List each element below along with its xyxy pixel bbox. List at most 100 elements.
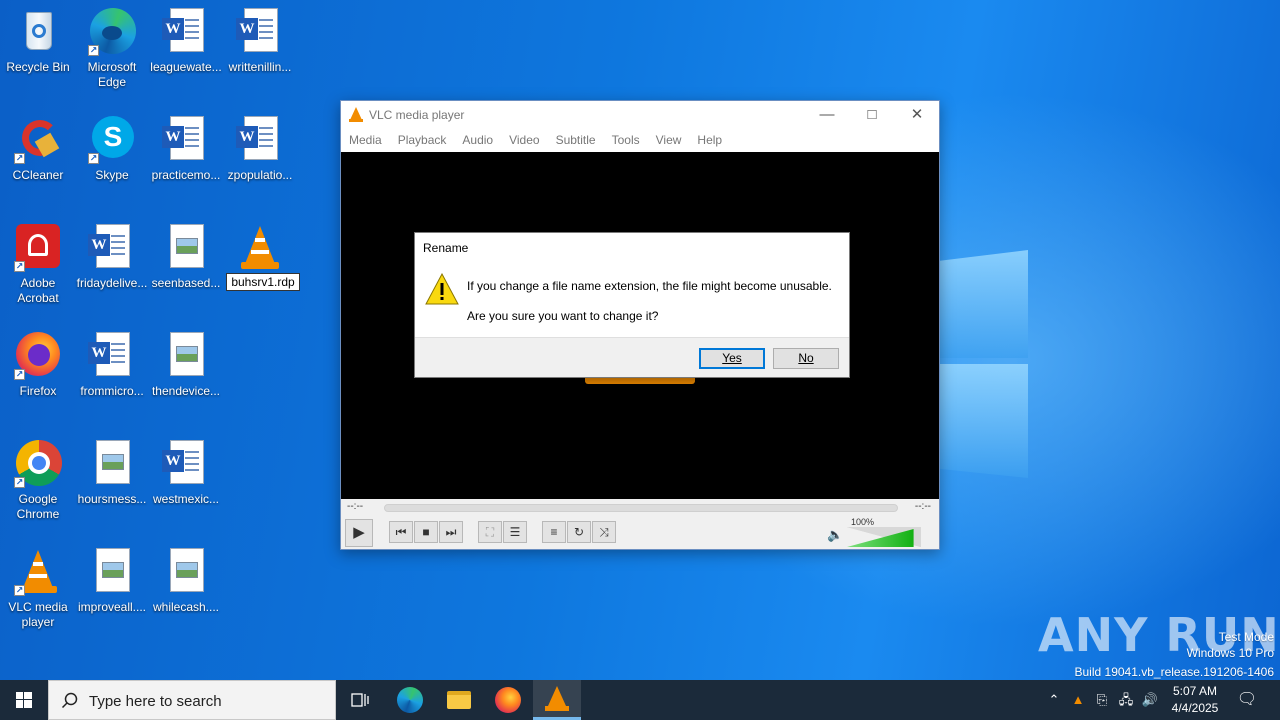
minimize-button[interactable]: — (804, 101, 850, 129)
desktop-icon-word-doc[interactable]: W practicemo... (148, 116, 224, 183)
adobe-acrobat-icon: ↗ (14, 224, 62, 272)
shortcut-arrow-icon: ↗ (14, 261, 25, 272)
tray-volume-icon[interactable]: 🔊 (1140, 680, 1160, 720)
taskbar-edge[interactable] (386, 680, 434, 720)
play-button[interactable]: ▶ (345, 519, 373, 547)
windows-logo-pane-bottom-left (940, 364, 1028, 478)
task-view-button[interactable] (336, 680, 384, 720)
desktop-icon-word-doc[interactable]: W leaguewate... (148, 8, 224, 75)
windows-logo-pane-top-left (940, 250, 1028, 358)
tray-usb-icon[interactable]: ⎘ (1092, 680, 1112, 720)
desktop-icon-image-file[interactable]: seenbased... (148, 224, 224, 291)
desktop-icon-word-doc[interactable]: W zpopulatio... (222, 116, 298, 183)
rename-input[interactable] (226, 273, 300, 291)
desktop-icon-rdp-file[interactable] (222, 224, 298, 272)
taskbar-search-box[interactable]: Type here to search (48, 680, 336, 720)
word-document-icon: W (236, 8, 284, 56)
desktop-icon-image-file[interactable]: hoursmess... (74, 440, 150, 507)
windows-start-icon (16, 692, 32, 708)
menu-tools[interactable]: Tools (604, 129, 648, 152)
tray-vlc-icon[interactable]: ▲ (1068, 680, 1088, 720)
shortcut-arrow-icon: ↗ (88, 45, 99, 56)
desktop-icon-image-file[interactable]: whilecash.... (148, 548, 224, 615)
desktop-icon-label: practicemo... (151, 168, 221, 182)
task-view-icon (351, 693, 369, 707)
menu-playback[interactable]: Playback (390, 129, 455, 152)
dialog-message-line1: If you change a file name extension, the… (467, 279, 832, 293)
word-document-icon: W (162, 116, 210, 164)
desktop-icon-image-file[interactable]: improveall.... (74, 548, 150, 615)
loop-button[interactable]: ↻ (567, 521, 591, 543)
close-button[interactable]: ✕ (894, 101, 940, 129)
desktop-icon-firefox[interactable]: ↗ Firefox (0, 332, 76, 399)
recycle-bin-icon (14, 8, 62, 56)
seek-slider[interactable] (384, 504, 898, 512)
menu-video[interactable]: Video (501, 129, 547, 152)
desktop-icon-label: zpopulatio... (227, 168, 293, 182)
firefox-icon (495, 687, 521, 713)
tray-show-hidden-icon[interactable]: ⌃ (1044, 680, 1064, 720)
desktop-icon-label: VLC media player (8, 600, 68, 629)
desktop-icon-label: westmexic... (152, 492, 219, 506)
previous-button[interactable]: ⏮ (389, 521, 413, 543)
speaker-icon[interactable]: 🔈 (827, 527, 843, 543)
start-button[interactable] (0, 680, 48, 720)
desktop-icon-word-doc[interactable]: W frommicro... (74, 332, 150, 399)
extended-settings-button[interactable]: ☰ (503, 521, 527, 543)
desktop-icon-recycle-bin[interactable]: Recycle Bin (0, 8, 76, 75)
rename-dialog[interactable]: Rename If you change a file name extensi… (414, 232, 850, 378)
desktop-icon-ccleaner[interactable]: ↗ CCleaner (0, 116, 76, 183)
menu-media[interactable]: Media (341, 129, 390, 152)
notification-center-icon[interactable]: 🗨 (1234, 680, 1260, 720)
image-file-icon (88, 440, 136, 488)
volume-slider[interactable]: 100% (847, 517, 923, 547)
menu-audio[interactable]: Audio (454, 129, 501, 152)
desktop-icon-microsoft-edge[interactable]: ↗ Microsoft Edge (74, 8, 150, 90)
warning-icon (425, 272, 459, 305)
dialog-message-line2: Are you sure you want to change it? (467, 309, 659, 323)
taskbar-clock[interactable]: 5:07 AM 4/4/2025 (1160, 683, 1230, 717)
taskbar-firefox[interactable] (484, 680, 532, 720)
desktop-icon-word-doc[interactable]: W westmexic... (148, 440, 224, 507)
dialog-title: Rename (423, 241, 469, 255)
yes-button[interactable]: Yes (699, 348, 765, 369)
vlc-cone-icon (236, 224, 284, 272)
next-button[interactable]: ⏭ (439, 521, 463, 543)
tray-network-icon[interactable]: 🖧 (1116, 680, 1136, 720)
vlc-cone-icon (349, 107, 363, 123)
shuffle-button[interactable]: ⤨ (592, 521, 616, 543)
dialog-footer: Yes No (415, 337, 849, 377)
playlist-button[interactable]: ≡ (542, 521, 566, 543)
stop-button[interactable]: ■ (414, 521, 438, 543)
watermark-build: Build 19041.vb_release.191206-1406 (1074, 665, 1275, 679)
fullscreen-button[interactable]: ⛶ (478, 521, 502, 543)
desktop-icon-word-doc[interactable]: W writtenillin... (222, 8, 298, 75)
menu-help[interactable]: Help (689, 129, 730, 152)
menu-view[interactable]: View (648, 129, 690, 152)
clock-time: 5:07 AM (1172, 684, 1218, 698)
search-placeholder: Type here to search (89, 693, 222, 710)
desktop-icon-label: Google Chrome (16, 492, 60, 521)
shortcut-arrow-icon: ↗ (14, 153, 25, 164)
image-file-icon (88, 548, 136, 596)
desktop-icon-word-doc[interactable]: W fridaydelive... (74, 224, 150, 291)
desktop-icon-label: Recycle Bin (6, 60, 70, 74)
vlc-cone-base-decoration (585, 378, 695, 384)
shortcut-arrow-icon: ↗ (14, 477, 25, 488)
taskbar-vlc[interactable] (533, 680, 581, 720)
desktop-icon-vlc-media-player[interactable]: ↗ VLC media player (0, 548, 76, 630)
word-document-icon: W (88, 332, 136, 380)
vlc-titlebar[interactable]: VLC media player — □ ✕ (341, 101, 939, 129)
desktop-icon-skype[interactable]: S ↗ Skype (74, 116, 150, 183)
word-document-icon: W (162, 8, 210, 56)
desktop-icon-image-file[interactable]: thendevice... (148, 332, 224, 399)
vlc-window-title: VLC media player (369, 108, 465, 122)
taskbar-file-explorer[interactable] (435, 680, 483, 720)
maximize-button[interactable]: □ (849, 101, 895, 129)
taskbar: Type here to search ⌃ ▲ ⎘ 🖧 🔊 5:07 AM 4/… (0, 680, 1280, 720)
desktop-icon-google-chrome[interactable]: ↗ Google Chrome (0, 440, 76, 522)
watermark-test-mode: Test Mode (1218, 630, 1274, 644)
desktop-icon-adobe-acrobat[interactable]: ↗ Adobe Acrobat (0, 224, 76, 306)
no-button[interactable]: No (773, 348, 839, 369)
menu-subtitle[interactable]: Subtitle (548, 129, 604, 152)
